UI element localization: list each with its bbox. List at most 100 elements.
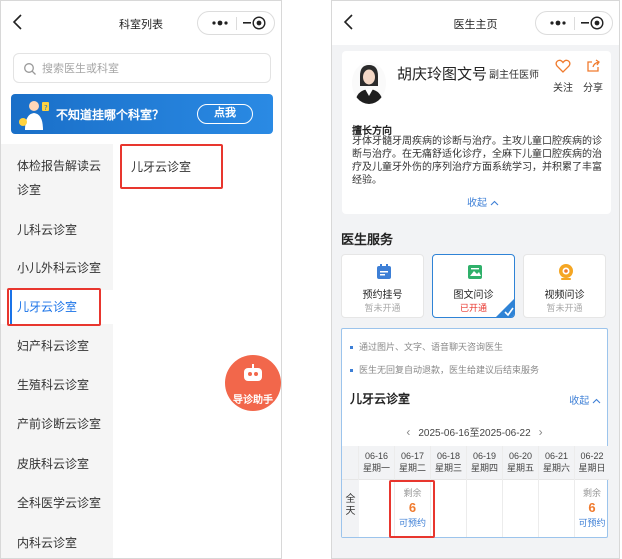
department-label: 妇产科云诊室 bbox=[17, 339, 90, 353]
sidebar-item-pediatric-dentistry[interactable]: 儿牙云诊室 bbox=[1, 290, 113, 324]
day-header: 06-16 星期一 bbox=[359, 446, 394, 480]
sidebar-item-general-practice[interactable]: 全科医学云诊室 bbox=[1, 491, 113, 515]
next-week-button[interactable]: › bbox=[539, 421, 543, 443]
service-note: 通过图片、文字、语音聊天咨询医生 bbox=[350, 340, 503, 353]
share-button[interactable]: 分享 bbox=[582, 59, 604, 94]
department-label-line2: 诊室 bbox=[17, 183, 42, 197]
more-icon[interactable] bbox=[548, 15, 568, 31]
sidebar-item-prenatal-diagnosis[interactable]: 产前诊断云诊室 bbox=[1, 412, 113, 436]
sidebar-item-reproductive[interactable]: 生殖科云诊室 bbox=[1, 373, 113, 397]
sidebar-item-checkup-report[interactable]: 体检报告解读云 bbox=[1, 154, 113, 178]
slot-book-label[interactable]: 可预约 bbox=[395, 516, 430, 529]
doctor-name: 胡庆玲图文号 bbox=[397, 66, 488, 83]
department-label: 体检报告解读云 bbox=[17, 159, 102, 173]
close-miniprogram-icon[interactable] bbox=[252, 16, 266, 30]
search-input[interactable] bbox=[42, 59, 262, 79]
schedule-department: 儿牙云诊室 bbox=[350, 392, 411, 406]
bullet-dot bbox=[350, 369, 353, 373]
department-label: 儿牙云诊室 bbox=[17, 300, 78, 314]
sidebar-item-obstetrics[interactable]: 妇产科云诊室 bbox=[1, 334, 113, 358]
share-icon bbox=[586, 59, 600, 72]
search-icon bbox=[24, 63, 36, 75]
selected-check-icon bbox=[496, 299, 514, 317]
slot-book-label[interactable]: 可预约 bbox=[575, 516, 609, 529]
department-label: 皮肤科云诊室 bbox=[17, 457, 90, 471]
service-image-text-consult[interactable]: 图文问诊 已开通 bbox=[432, 254, 515, 318]
schedule-day-column: 06-17 星期二 剩余 6 可预约 bbox=[395, 446, 431, 537]
follow-button[interactable]: 关注 bbox=[552, 59, 574, 94]
sub-department-item[interactable]: 儿牙云诊室 bbox=[131, 158, 191, 175]
svg-text:?: ? bbox=[44, 104, 48, 112]
capsule-divider bbox=[574, 17, 575, 30]
schedule-day-column: 06-16 星期一 bbox=[359, 446, 395, 537]
schedule-slot[interactable]: 剩余 6 可预约 bbox=[575, 486, 609, 529]
sidebar-item-pediatrics[interactable]: 儿科云诊室 bbox=[1, 218, 113, 242]
specialty-text: 牙体牙髓牙周疾病的诊断与治疗。主攻儿童口腔疾病的诊断与治疗。在无痛舒适化诊疗，全… bbox=[352, 136, 602, 186]
sidebar-item-internal-medicine[interactable]: 内科云诊室 bbox=[1, 531, 113, 555]
day-date: 06-19 bbox=[472, 451, 497, 461]
more-icon[interactable] bbox=[210, 15, 230, 31]
miniprogram-capsule bbox=[197, 11, 275, 35]
day-weekday: 星期四 bbox=[470, 463, 498, 473]
doctor-illustration-icon: ? bbox=[19, 101, 49, 130]
active-indicator bbox=[10, 290, 12, 324]
robot-icon bbox=[244, 364, 262, 381]
services-heading: 医生服务 bbox=[341, 232, 394, 247]
close-miniprogram-icon[interactable] bbox=[590, 16, 604, 30]
minimize-icon[interactable] bbox=[243, 14, 251, 32]
service-status: 暂未开通 bbox=[546, 303, 583, 313]
title-bar: 医生主页 bbox=[332, 1, 619, 45]
service-note: 医生无回复自动退款，医生给建议后结束服务 bbox=[350, 363, 539, 376]
sidebar-item-pediatric-surgery[interactable]: 小儿外科云诊室 bbox=[1, 256, 113, 280]
chevron-up-icon bbox=[490, 200, 499, 206]
minimize-icon[interactable] bbox=[581, 14, 589, 32]
doctor-avatar bbox=[352, 62, 386, 104]
slot-remain-label: 剩余 bbox=[582, 488, 601, 498]
search-box[interactable] bbox=[13, 53, 271, 83]
slot-count: 6 bbox=[408, 500, 417, 515]
day-date: 06-20 bbox=[508, 451, 533, 461]
department-label: 小儿外科云诊室 bbox=[17, 261, 102, 275]
prev-week-button[interactable]: ‹ bbox=[406, 421, 410, 443]
schedule-day-column: 06-20 星期五 bbox=[503, 446, 539, 537]
doctor-title: 副主任医师 bbox=[489, 70, 539, 81]
service-note-text: 医生无回复自动退款，医生给建议后结束服务 bbox=[359, 365, 540, 375]
banner-button[interactable]: 点我 bbox=[197, 104, 253, 124]
triage-banner[interactable]: ? 不知道挂哪个科室？ 点我 bbox=[11, 94, 273, 134]
day-header: 06-20 星期五 bbox=[503, 446, 538, 480]
collapse-button[interactable]: 收起 bbox=[467, 194, 499, 209]
schedule-day-column: 06-18 星期三 bbox=[431, 446, 467, 537]
schedule-collapse-button[interactable]: 收起 bbox=[569, 392, 601, 407]
miniprogram-capsule bbox=[535, 11, 613, 35]
all-day-label: 全天 bbox=[342, 480, 359, 537]
service-video-consult[interactable]: 视频问诊 暂未开通 bbox=[523, 254, 606, 318]
department-label: 全科医学云诊室 bbox=[17, 496, 102, 510]
day-weekday: 星期日 bbox=[578, 463, 606, 473]
banner-text: 不知道挂哪个科室？ bbox=[56, 108, 165, 122]
day-header: 06-17 星期二 bbox=[395, 446, 430, 480]
schedule-slot[interactable]: 剩余 6 可预约 bbox=[395, 486, 430, 529]
schedule-day-column: 06-22 星期日 剩余 6 可预约 bbox=[575, 446, 609, 537]
service-appointment[interactable]: 预约挂号 暂未开通 bbox=[341, 254, 424, 318]
sidebar-item-dermatology[interactable]: 皮肤科云诊室 bbox=[1, 452, 113, 476]
department-sidebar: 体检报告解读云 儿科云诊室 小儿外科云诊室 儿牙云诊室 妇产科云诊室 生殖科云诊… bbox=[1, 144, 113, 558]
week-selector: ‹ 2025-06-16至2025-06-22 › bbox=[342, 421, 607, 443]
schedule-table: 全天 06-16 星期一 06-17 星期二 剩余 6 可预约 06-18 星期三 0… bbox=[342, 446, 609, 537]
service-name: 预约挂号 bbox=[362, 290, 403, 301]
schedule-day-column: 06-21 星期六 bbox=[539, 446, 575, 537]
title-bar: 科室列表 bbox=[1, 1, 281, 45]
service-note-text: 通过图片、文字、语音聊天咨询医生 bbox=[359, 342, 504, 352]
department-list-screen: 科室列表 ? 不知道挂哪个科室？ 点我 体检报告解读云 儿科云诊室 小儿外科云诊… bbox=[0, 0, 282, 559]
week-range: 2025-06-16至2025-06-22 bbox=[418, 428, 531, 439]
schedule-corner bbox=[342, 446, 358, 480]
day-date: 06-22 bbox=[580, 451, 604, 461]
service-name: 视频问诊 bbox=[544, 290, 585, 301]
collapse-label: 收起 bbox=[467, 198, 487, 209]
triage-assistant-button[interactable]: 导诊助手 bbox=[225, 355, 281, 411]
slot-remain-label: 剩余 bbox=[403, 488, 422, 498]
video-icon bbox=[559, 264, 573, 280]
heart-icon bbox=[555, 59, 571, 73]
service-status: 暂未开通 bbox=[364, 303, 401, 313]
day-weekday: 星期五 bbox=[506, 463, 534, 473]
bullet-dot bbox=[350, 346, 353, 350]
